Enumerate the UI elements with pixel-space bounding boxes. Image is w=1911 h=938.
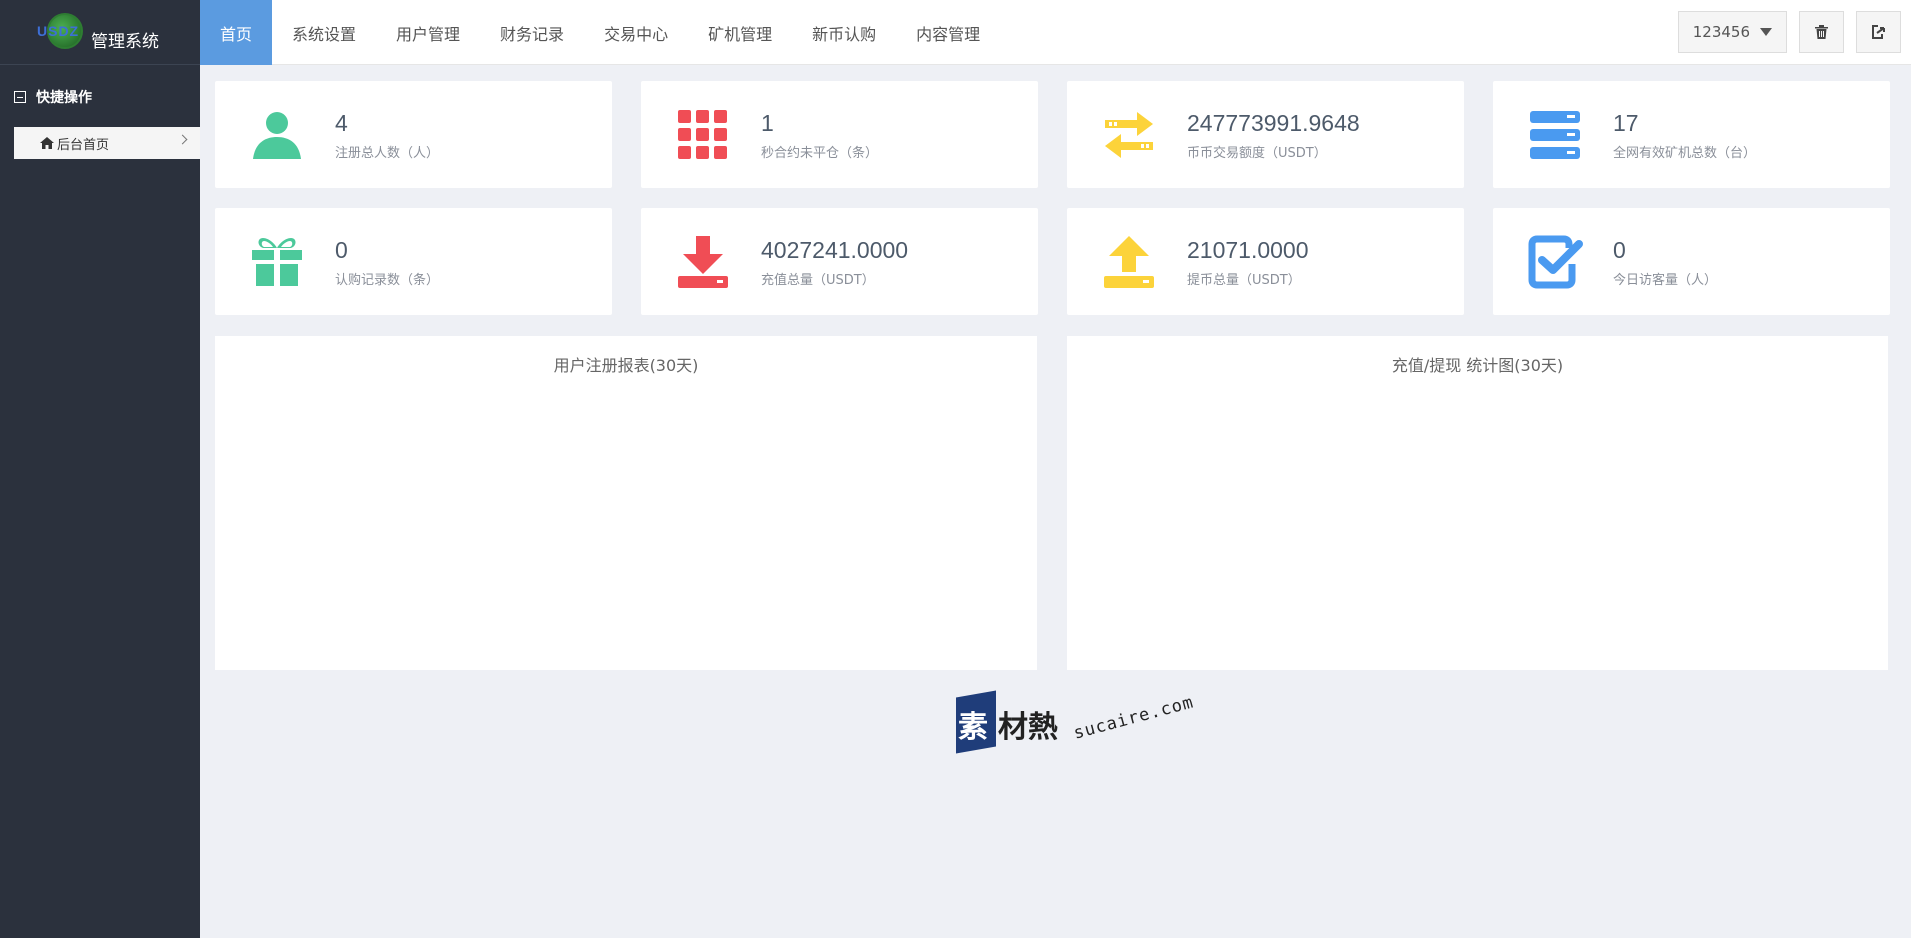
stat-value: 1 [761,110,774,136]
logout-button[interactable] [1856,11,1901,53]
nav-system-settings[interactable]: 系统设置 [272,0,376,65]
stat-card-withdraw-total: 21071.0000 提币总量（USDT） [1067,208,1464,315]
user-registration-chart-panel: 用户注册报表(30天) [215,336,1037,670]
quick-ops-label: 快捷操作 [36,90,92,106]
stat-card-trade-volume: 247773991.9648 币币交易额度（USDT） [1067,81,1464,188]
stat-card-today-visitors: 0 今日访客量（人） [1493,208,1890,315]
watermark-logo: 素 材熱 sucaire.com [956,690,1206,754]
nav-miner-management[interactable]: 矿机管理 [688,0,792,65]
trash-icon [1815,25,1828,39]
chart-title: 用户注册报表(30天) [553,356,699,375]
chevron-right-icon [177,134,188,145]
home-icon [40,137,54,149]
user-dropdown[interactable]: 123456 [1677,11,1787,53]
nav-content-management[interactable]: 内容管理 [896,0,1000,65]
collapse-icon [14,91,26,103]
stat-label: 币币交易额度（USDT） [1187,146,1327,161]
deposit-withdraw-chart-panel: 充值/提现 统计图(30天) [1067,336,1888,670]
nav-finance-records[interactable]: 财务记录 [480,0,584,65]
stat-value: 4 [335,110,348,136]
stat-label: 注册总人数（人） [335,146,440,161]
user-icon [253,112,301,159]
sidebar: USDZ 管理系统 快捷操作 后台首页 [0,0,200,938]
topbar-actions: 123456 [1677,11,1901,53]
gift-icon [252,238,302,286]
stat-value: 17 [1613,110,1639,136]
top-navbar: 首页 系统设置 用户管理 财务记录 交易中心 矿机管理 新币认购 内容管理 12… [200,0,1911,65]
logo-title: 管理系统 [91,31,159,52]
stat-card-active-miners: 17 全网有效矿机总数（台） [1493,81,1890,188]
stat-value: 247773991.9648 [1187,110,1360,136]
stat-value: 0 [335,237,348,263]
stat-label: 秒合约未平仓（条） [761,146,879,161]
quick-ops-header[interactable]: 快捷操作 [0,65,200,129]
chart-title: 充值/提现 统计图(30天) [1391,356,1564,375]
stat-value: 21071.0000 [1187,237,1309,263]
nav-trading-center[interactable]: 交易中心 [584,0,688,65]
grid-icon [678,110,727,159]
stat-card-open-contracts: 1 秒合约未平仓（条） [641,81,1038,188]
sidebar-item-dashboard[interactable]: 后台首页 [14,127,200,159]
logo[interactable]: USDZ 管理系统 [0,0,200,65]
sidebar-item-label: 后台首页 [57,137,110,153]
download-icon [678,236,728,288]
stat-label: 提币总量（USDT） [1187,273,1301,288]
stat-label: 今日访客量（人） [1613,273,1718,288]
stat-value: 0 [1613,237,1626,263]
stat-value: 4027241.0000 [761,237,909,263]
stat-card-registered-users: 4 注册总人数（人） [215,81,612,188]
server-icon [1530,111,1580,159]
main-nav: 首页 系统设置 用户管理 财务记录 交易中心 矿机管理 新币认购 内容管理 [200,0,1911,65]
upload-icon [1104,236,1154,288]
stat-label: 全网有效矿机总数（台） [1613,146,1757,161]
username: 123456 [1692,23,1750,41]
nav-user-management[interactable]: 用户管理 [376,0,480,65]
nav-home[interactable]: 首页 [200,0,273,65]
clear-cache-button[interactable] [1799,11,1844,53]
nav-new-coin-subscription[interactable]: 新币认购 [792,0,896,65]
caret-down-icon [1760,28,1772,36]
logo-globe-icon: USDZ [37,9,87,55]
logout-icon [1871,25,1885,39]
stat-card-subscription-records: 0 认购记录数（条） [215,208,612,315]
stat-label: 充值总量（USDT） [761,273,875,288]
stat-card-deposit-total: 4027241.0000 充值总量（USDT） [641,208,1038,315]
stat-label: 认购记录数（条） [335,273,440,288]
exchange-icon [1105,112,1153,158]
check-square-icon [1528,235,1583,289]
